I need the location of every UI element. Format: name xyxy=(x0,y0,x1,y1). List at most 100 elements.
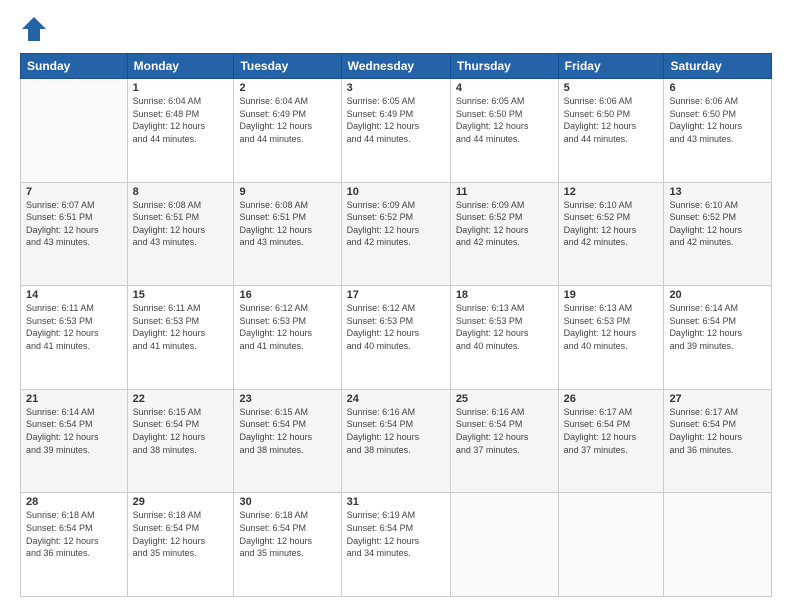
weekday-header-monday: Monday xyxy=(127,54,234,79)
day-info: Sunrise: 6:04 AM Sunset: 6:48 PM Dayligh… xyxy=(133,95,229,145)
day-cell xyxy=(558,493,664,597)
day-cell xyxy=(664,493,772,597)
week-row-4: 21 Sunrise: 6:14 AM Sunset: 6:54 PM Dayl… xyxy=(21,389,772,493)
day-cell: 2 Sunrise: 6:04 AM Sunset: 6:49 PM Dayli… xyxy=(234,79,341,183)
week-row-1: 1 Sunrise: 6:04 AM Sunset: 6:48 PM Dayli… xyxy=(21,79,772,183)
day-cell xyxy=(450,493,558,597)
day-cell: 8 Sunrise: 6:08 AM Sunset: 6:51 PM Dayli… xyxy=(127,182,234,286)
day-number: 6 xyxy=(669,82,766,94)
day-cell: 12 Sunrise: 6:10 AM Sunset: 6:52 PM Dayl… xyxy=(558,182,664,286)
day-cell: 30 Sunrise: 6:18 AM Sunset: 6:54 PM Dayl… xyxy=(234,493,341,597)
day-info: Sunrise: 6:14 AM Sunset: 6:54 PM Dayligh… xyxy=(26,406,122,456)
weekday-header-thursday: Thursday xyxy=(450,54,558,79)
day-cell: 28 Sunrise: 6:18 AM Sunset: 6:54 PM Dayl… xyxy=(21,493,128,597)
day-number: 13 xyxy=(669,186,766,198)
day-number: 31 xyxy=(347,496,445,508)
day-cell: 20 Sunrise: 6:14 AM Sunset: 6:54 PM Dayl… xyxy=(664,286,772,390)
day-cell: 24 Sunrise: 6:16 AM Sunset: 6:54 PM Dayl… xyxy=(341,389,450,493)
day-number: 12 xyxy=(564,186,659,198)
day-cell: 15 Sunrise: 6:11 AM Sunset: 6:53 PM Dayl… xyxy=(127,286,234,390)
day-info: Sunrise: 6:10 AM Sunset: 6:52 PM Dayligh… xyxy=(669,199,766,249)
day-cell: 31 Sunrise: 6:19 AM Sunset: 6:54 PM Dayl… xyxy=(341,493,450,597)
day-info: Sunrise: 6:12 AM Sunset: 6:53 PM Dayligh… xyxy=(239,302,335,352)
day-info: Sunrise: 6:09 AM Sunset: 6:52 PM Dayligh… xyxy=(347,199,445,249)
day-cell: 26 Sunrise: 6:17 AM Sunset: 6:54 PM Dayl… xyxy=(558,389,664,493)
day-cell: 21 Sunrise: 6:14 AM Sunset: 6:54 PM Dayl… xyxy=(21,389,128,493)
day-cell: 29 Sunrise: 6:18 AM Sunset: 6:54 PM Dayl… xyxy=(127,493,234,597)
day-info: Sunrise: 6:06 AM Sunset: 6:50 PM Dayligh… xyxy=(669,95,766,145)
day-info: Sunrise: 6:09 AM Sunset: 6:52 PM Dayligh… xyxy=(456,199,553,249)
weekday-header-tuesday: Tuesday xyxy=(234,54,341,79)
page: SundayMondayTuesdayWednesdayThursdayFrid… xyxy=(0,0,792,612)
day-cell: 6 Sunrise: 6:06 AM Sunset: 6:50 PM Dayli… xyxy=(664,79,772,183)
day-info: Sunrise: 6:06 AM Sunset: 6:50 PM Dayligh… xyxy=(564,95,659,145)
day-cell: 7 Sunrise: 6:07 AM Sunset: 6:51 PM Dayli… xyxy=(21,182,128,286)
day-number: 30 xyxy=(239,496,335,508)
day-cell xyxy=(21,79,128,183)
day-info: Sunrise: 6:15 AM Sunset: 6:54 PM Dayligh… xyxy=(133,406,229,456)
day-info: Sunrise: 6:17 AM Sunset: 6:54 PM Dayligh… xyxy=(669,406,766,456)
day-number: 15 xyxy=(133,289,229,301)
day-number: 16 xyxy=(239,289,335,301)
day-number: 2 xyxy=(239,82,335,94)
day-info: Sunrise: 6:18 AM Sunset: 6:54 PM Dayligh… xyxy=(26,509,122,559)
day-number: 10 xyxy=(347,186,445,198)
day-cell: 13 Sunrise: 6:10 AM Sunset: 6:52 PM Dayl… xyxy=(664,182,772,286)
day-cell: 5 Sunrise: 6:06 AM Sunset: 6:50 PM Dayli… xyxy=(558,79,664,183)
day-number: 17 xyxy=(347,289,445,301)
day-number: 4 xyxy=(456,82,553,94)
day-cell: 18 Sunrise: 6:13 AM Sunset: 6:53 PM Dayl… xyxy=(450,286,558,390)
day-info: Sunrise: 6:05 AM Sunset: 6:50 PM Dayligh… xyxy=(456,95,553,145)
day-number: 19 xyxy=(564,289,659,301)
day-number: 25 xyxy=(456,393,553,405)
day-number: 11 xyxy=(456,186,553,198)
weekday-header-sunday: Sunday xyxy=(21,54,128,79)
day-cell: 11 Sunrise: 6:09 AM Sunset: 6:52 PM Dayl… xyxy=(450,182,558,286)
day-cell: 16 Sunrise: 6:12 AM Sunset: 6:53 PM Dayl… xyxy=(234,286,341,390)
weekday-header-friday: Friday xyxy=(558,54,664,79)
day-number: 24 xyxy=(347,393,445,405)
day-number: 28 xyxy=(26,496,122,508)
day-number: 27 xyxy=(669,393,766,405)
week-row-5: 28 Sunrise: 6:18 AM Sunset: 6:54 PM Dayl… xyxy=(21,493,772,597)
day-info: Sunrise: 6:16 AM Sunset: 6:54 PM Dayligh… xyxy=(347,406,445,456)
day-cell: 14 Sunrise: 6:11 AM Sunset: 6:53 PM Dayl… xyxy=(21,286,128,390)
day-number: 22 xyxy=(133,393,229,405)
day-number: 23 xyxy=(239,393,335,405)
day-info: Sunrise: 6:05 AM Sunset: 6:49 PM Dayligh… xyxy=(347,95,445,145)
day-info: Sunrise: 6:14 AM Sunset: 6:54 PM Dayligh… xyxy=(669,302,766,352)
day-cell: 3 Sunrise: 6:05 AM Sunset: 6:49 PM Dayli… xyxy=(341,79,450,183)
day-number: 5 xyxy=(564,82,659,94)
day-info: Sunrise: 6:18 AM Sunset: 6:54 PM Dayligh… xyxy=(133,509,229,559)
day-info: Sunrise: 6:11 AM Sunset: 6:53 PM Dayligh… xyxy=(26,302,122,352)
day-info: Sunrise: 6:08 AM Sunset: 6:51 PM Dayligh… xyxy=(239,199,335,249)
day-number: 29 xyxy=(133,496,229,508)
day-info: Sunrise: 6:13 AM Sunset: 6:53 PM Dayligh… xyxy=(456,302,553,352)
day-number: 18 xyxy=(456,289,553,301)
day-cell: 22 Sunrise: 6:15 AM Sunset: 6:54 PM Dayl… xyxy=(127,389,234,493)
day-cell: 10 Sunrise: 6:09 AM Sunset: 6:52 PM Dayl… xyxy=(341,182,450,286)
day-number: 1 xyxy=(133,82,229,94)
week-row-2: 7 Sunrise: 6:07 AM Sunset: 6:51 PM Dayli… xyxy=(21,182,772,286)
day-info: Sunrise: 6:10 AM Sunset: 6:52 PM Dayligh… xyxy=(564,199,659,249)
day-number: 21 xyxy=(26,393,122,405)
day-cell: 17 Sunrise: 6:12 AM Sunset: 6:53 PM Dayl… xyxy=(341,286,450,390)
day-info: Sunrise: 6:13 AM Sunset: 6:53 PM Dayligh… xyxy=(564,302,659,352)
day-cell: 25 Sunrise: 6:16 AM Sunset: 6:54 PM Dayl… xyxy=(450,389,558,493)
day-cell: 1 Sunrise: 6:04 AM Sunset: 6:48 PM Dayli… xyxy=(127,79,234,183)
day-info: Sunrise: 6:07 AM Sunset: 6:51 PM Dayligh… xyxy=(26,199,122,249)
weekday-header-saturday: Saturday xyxy=(664,54,772,79)
day-info: Sunrise: 6:15 AM Sunset: 6:54 PM Dayligh… xyxy=(239,406,335,456)
day-cell: 27 Sunrise: 6:17 AM Sunset: 6:54 PM Dayl… xyxy=(664,389,772,493)
day-info: Sunrise: 6:08 AM Sunset: 6:51 PM Dayligh… xyxy=(133,199,229,249)
header xyxy=(20,15,772,43)
day-info: Sunrise: 6:18 AM Sunset: 6:54 PM Dayligh… xyxy=(239,509,335,559)
day-cell: 19 Sunrise: 6:13 AM Sunset: 6:53 PM Dayl… xyxy=(558,286,664,390)
day-cell: 4 Sunrise: 6:05 AM Sunset: 6:50 PM Dayli… xyxy=(450,79,558,183)
day-number: 7 xyxy=(26,186,122,198)
day-info: Sunrise: 6:12 AM Sunset: 6:53 PM Dayligh… xyxy=(347,302,445,352)
week-row-3: 14 Sunrise: 6:11 AM Sunset: 6:53 PM Dayl… xyxy=(21,286,772,390)
day-number: 26 xyxy=(564,393,659,405)
day-info: Sunrise: 6:16 AM Sunset: 6:54 PM Dayligh… xyxy=(456,406,553,456)
day-info: Sunrise: 6:19 AM Sunset: 6:54 PM Dayligh… xyxy=(347,509,445,559)
